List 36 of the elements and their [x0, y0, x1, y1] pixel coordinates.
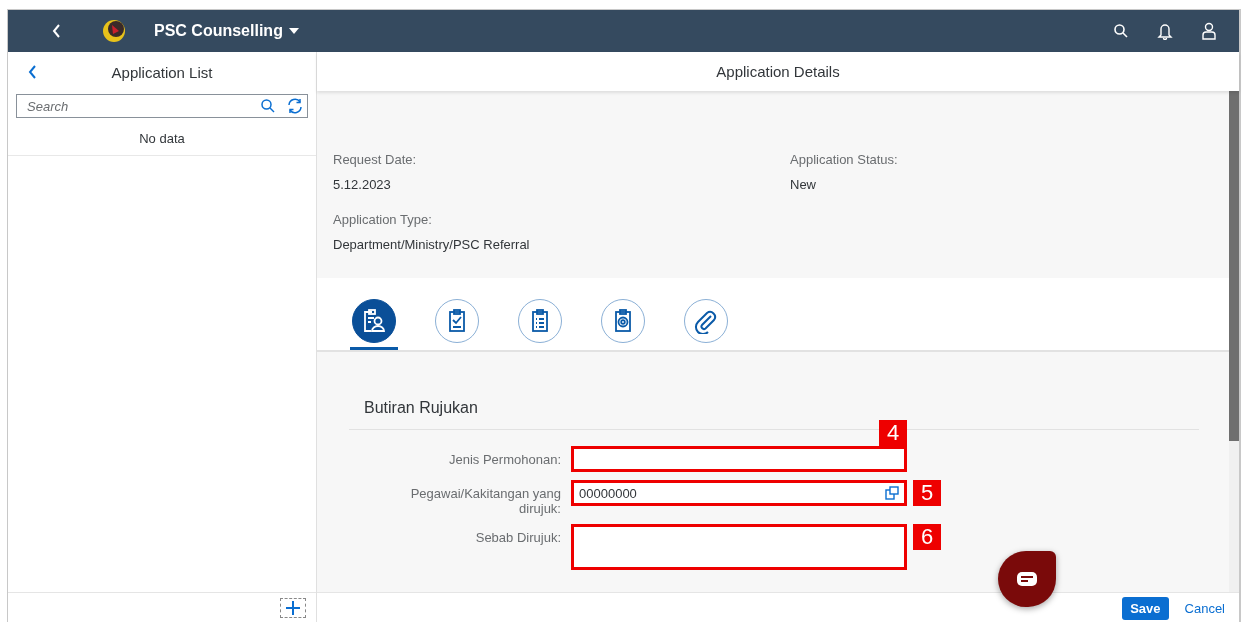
- clipboard-person-icon: [361, 307, 387, 334]
- app-title-menu[interactable]: PSC Counselling: [154, 18, 299, 44]
- input-field[interactable]: [571, 446, 907, 472]
- page-title: Application Details: [716, 63, 840, 80]
- panel-title: Application List: [111, 63, 213, 81]
- callout-number: 6: [913, 524, 941, 550]
- input-field[interactable]: 00000000: [571, 480, 907, 506]
- bell-icon: [1157, 22, 1173, 40]
- field-value: Department/Ministry/PSC Referral: [333, 237, 531, 252]
- search-icon: [1113, 23, 1129, 39]
- scrollbar-thumb[interactable]: [1229, 91, 1239, 441]
- chat-icon: [1016, 571, 1038, 587]
- user-icon: [1201, 22, 1217, 40]
- empty-list-text: No data: [139, 131, 185, 146]
- refresh-icon[interactable]: [286, 97, 304, 115]
- cancel-button[interactable]: Cancel: [1176, 596, 1233, 620]
- save-button[interactable]: Save: [1122, 596, 1169, 620]
- search-icon[interactable]: [260, 98, 276, 114]
- field-value: New: [790, 177, 817, 192]
- form-label: Sebab Dirujuk:: [474, 529, 561, 545]
- plus-icon: [285, 600, 301, 616]
- field-label: Request Date:: [333, 152, 418, 167]
- dropdown-icon: [288, 28, 299, 34]
- field-label: Application Type:: [333, 212, 433, 227]
- field-label: Application Status:: [790, 152, 899, 167]
- value-help-icon[interactable]: [885, 486, 899, 500]
- callout-number: 5: [913, 480, 941, 506]
- logo-icon: [102, 19, 126, 43]
- add-button[interactable]: [280, 598, 306, 618]
- field-value: 5.12.2023: [333, 177, 392, 192]
- back-icon: [51, 23, 63, 39]
- back-icon: [28, 64, 38, 80]
- search-field[interactable]: Search: [16, 94, 308, 118]
- form-label: Jenis Permohonan:: [448, 451, 561, 467]
- text-area[interactable]: [571, 524, 907, 570]
- form-label: Pegawai/Kakitangan yang dirujuk:: [409, 485, 561, 516]
